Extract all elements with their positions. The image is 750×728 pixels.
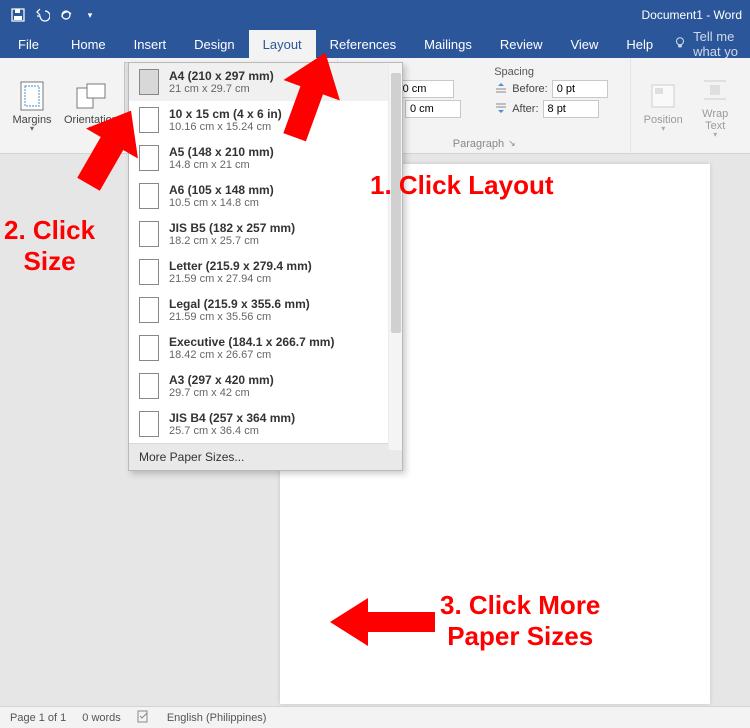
- spacing-block: Spacing Before: After:: [484, 62, 624, 120]
- page-thumb-icon: [139, 373, 159, 399]
- proofing-icon[interactable]: [137, 709, 151, 726]
- size-option-sub: 18.2 cm x 25.7 cm: [169, 235, 295, 247]
- redo-icon[interactable]: [58, 7, 74, 23]
- wrap-text-icon: [699, 74, 731, 106]
- tab-review[interactable]: Review: [486, 30, 557, 58]
- page-thumb-icon: [139, 107, 159, 133]
- spacing-after-icon: [494, 101, 508, 118]
- size-option-sub: 14.8 cm x 21 cm: [169, 159, 274, 171]
- size-option-name: A6 (105 x 148 mm): [169, 183, 274, 197]
- margins-button[interactable]: Margins ▾: [6, 62, 58, 151]
- size-option-sub: 21.59 cm x 27.94 cm: [169, 273, 312, 285]
- size-option[interactable]: A5 (148 x 210 mm)14.8 cm x 21 cm: [129, 139, 402, 177]
- size-dropdown: A4 (210 x 297 mm)21 cm x 29.7 cm10 x 15 …: [128, 62, 403, 471]
- size-option-name: A4 (210 x 297 mm): [169, 69, 274, 83]
- position-icon: [647, 80, 679, 112]
- tell-me[interactable]: Tell me what yo: [667, 30, 750, 58]
- size-option[interactable]: JIS B5 (182 x 257 mm)18.2 cm x 25.7 cm: [129, 215, 402, 253]
- tab-design[interactable]: Design: [180, 30, 248, 58]
- chevron-down-icon: ▾: [30, 124, 34, 133]
- position-button[interactable]: Position▾: [637, 62, 689, 151]
- orientation-icon: [75, 80, 107, 112]
- status-bar: Page 1 of 1 0 words English (Philippines…: [0, 706, 750, 728]
- size-option[interactable]: Executive (184.1 x 266.7 mm)18.42 cm x 2…: [129, 329, 402, 367]
- page-thumb-icon: [139, 145, 159, 171]
- spacing-before-input[interactable]: [552, 80, 608, 98]
- size-option-sub: 10.5 cm x 14.8 cm: [169, 197, 274, 209]
- tab-view[interactable]: View: [556, 30, 612, 58]
- size-option-name: 10 x 15 cm (4 x 6 in): [169, 107, 282, 121]
- size-option-sub: 25.7 cm x 36.4 cm: [169, 425, 295, 437]
- status-language[interactable]: English (Philippines): [167, 712, 267, 724]
- save-icon[interactable]: [10, 7, 26, 23]
- size-option-sub: 10.16 cm x 15.24 cm: [169, 121, 282, 133]
- size-option[interactable]: Legal (215.9 x 355.6 mm)21.59 cm x 35.56…: [129, 291, 402, 329]
- size-option-name: Executive (184.1 x 266.7 mm): [169, 335, 334, 349]
- tab-mailings[interactable]: Mailings: [410, 30, 486, 58]
- size-option[interactable]: Letter (215.9 x 279.4 mm)21.59 cm x 27.9…: [129, 253, 402, 291]
- tab-help[interactable]: Help: [612, 30, 667, 58]
- page-thumb-icon: [139, 335, 159, 361]
- size-option-sub: 21.59 cm x 35.56 cm: [169, 311, 310, 323]
- arrange-group: Position▾ WrapText▾ BringForwar: [631, 58, 750, 153]
- spacing-after-input[interactable]: [543, 100, 599, 118]
- dropdown-scrollbar[interactable]: [388, 63, 402, 450]
- wrap-text-button[interactable]: WrapText▾: [689, 62, 741, 151]
- page-thumb-icon: [139, 259, 159, 285]
- status-words[interactable]: 0 words: [82, 712, 121, 724]
- lightbulb-icon: [673, 36, 687, 53]
- size-option-name: Legal (215.9 x 355.6 mm): [169, 297, 310, 311]
- tell-me-label: Tell me what yo: [693, 29, 744, 59]
- bring-forward-button[interactable]: BringForwar: [741, 62, 750, 151]
- status-page[interactable]: Page 1 of 1: [10, 712, 66, 724]
- tab-home[interactable]: Home: [57, 30, 120, 58]
- chevron-down-icon: ▾: [89, 124, 93, 133]
- page-thumb-icon: [139, 183, 159, 209]
- margins-icon: [16, 80, 48, 112]
- size-option-name: A5 (148 x 210 mm): [169, 145, 274, 159]
- size-option-name: JIS B4 (257 x 364 mm): [169, 411, 295, 425]
- indent-left-input[interactable]: [398, 80, 454, 98]
- paragraph-dialog-launcher-icon[interactable]: ↘: [508, 138, 516, 150]
- title-bar: ▾ Document1 - Word: [0, 0, 750, 30]
- qat-more-icon[interactable]: ▾: [82, 7, 98, 23]
- page-thumb-icon: [139, 69, 159, 95]
- more-paper-sizes-item[interactable]: More Paper Sizes...: [129, 443, 402, 470]
- size-option-name: Letter (215.9 x 279.4 mm): [169, 259, 312, 273]
- page-thumb-icon: [139, 411, 159, 437]
- size-option[interactable]: A4 (210 x 297 mm)21 cm x 29.7 cm: [129, 63, 402, 101]
- size-option-sub: 21 cm x 29.7 cm: [169, 83, 274, 95]
- tab-insert[interactable]: Insert: [120, 30, 181, 58]
- tab-references[interactable]: References: [316, 30, 410, 58]
- size-option[interactable]: 10 x 15 cm (4 x 6 in)10.16 cm x 15.24 cm: [129, 101, 402, 139]
- page-thumb-icon: [139, 297, 159, 323]
- tab-layout[interactable]: Layout: [249, 30, 316, 58]
- tab-file[interactable]: File: [0, 30, 57, 58]
- size-option-name: JIS B5 (182 x 257 mm): [169, 221, 295, 235]
- undo-icon[interactable]: [34, 7, 50, 23]
- document-title: Document1 - Word: [642, 8, 742, 22]
- spacing-before-icon: [494, 81, 508, 98]
- size-option[interactable]: A6 (105 x 148 mm)10.5 cm x 14.8 cm: [129, 177, 402, 215]
- quick-access-toolbar: ▾: [0, 7, 108, 23]
- size-option[interactable]: JIS B4 (257 x 364 mm)25.7 cm x 36.4 cm: [129, 405, 402, 443]
- indent-right-input[interactable]: [405, 100, 461, 118]
- orientation-button[interactable]: Orientation ▾: [58, 62, 124, 151]
- ribbon-tabs: File Home Insert Design Layout Reference…: [0, 30, 750, 58]
- paragraph-group-label: Paragraph: [453, 138, 504, 150]
- size-option-sub: 29.7 cm x 42 cm: [169, 387, 274, 399]
- size-option[interactable]: A3 (297 x 420 mm)29.7 cm x 42 cm: [129, 367, 402, 405]
- size-option-name: A3 (297 x 420 mm): [169, 373, 274, 387]
- page-thumb-icon: [139, 221, 159, 247]
- size-option-sub: 18.42 cm x 26.67 cm: [169, 349, 334, 361]
